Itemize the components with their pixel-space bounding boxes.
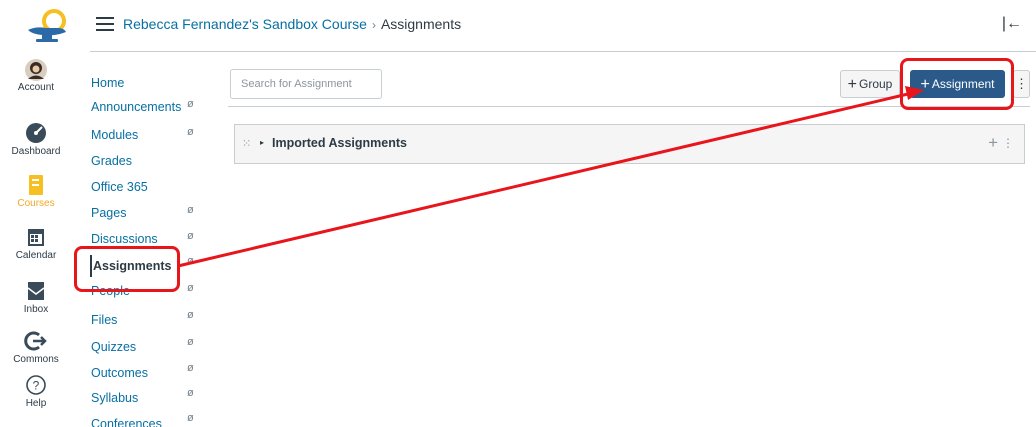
global-nav-help-label: Help [25,398,47,409]
course-nav-label: Office 365 [91,180,148,194]
courses-icon [23,174,49,196]
global-nav-help[interactable]: ? Help [0,374,72,409]
add-to-group-icon[interactable]: + [988,133,998,153]
add-group-button[interactable]: + Group [840,70,900,98]
dashboard-icon [23,122,49,144]
collapse-nav-icon[interactable]: |← [1002,15,1022,33]
inbox-icon [23,280,49,302]
course-nav-label: Pages [91,206,127,220]
course-nav-office-365[interactable]: Office 365 [90,180,208,204]
course-nav-people[interactable]: People ø [90,282,208,308]
course-nav-label: Modules [91,128,139,142]
commons-icon [23,330,49,352]
global-nav-account-label: Account [17,82,55,93]
add-assignment-label: Assignment [931,77,995,91]
avatar [23,58,49,81]
breadcrumb-course-link[interactable]: Rebecca Fernandez's Sandbox Course [123,16,367,32]
course-nav-home[interactable]: Home [90,76,208,100]
global-nav-dashboard-label: Dashboard [11,146,61,157]
course-nav-label: Home [91,76,125,90]
global-nav-inbox[interactable]: Inbox [0,280,72,315]
assignment-group-title[interactable]: Imported Assignments [272,136,407,150]
divider [228,106,1030,107]
course-nav-label: Files [91,313,118,327]
global-nav-commons-label: Commons [13,354,59,365]
add-assignment-button[interactable]: + Assignment [910,70,1005,98]
course-nav-label: Quizzes [91,340,137,354]
expand-caret-icon[interactable]: ▸ [260,138,264,147]
course-nav-conferences[interactable]: Conferences ø [90,412,208,427]
hidden-eye-icon: ø [187,362,194,374]
course-nav-discussions[interactable]: Discussions ø [90,230,208,256]
hidden-eye-icon: ø [187,282,194,294]
course-nav-label: Grades [91,154,132,168]
page-header: Rebecca Fernandez's Sandbox Course › Assig… [90,0,1036,52]
global-nav-courses[interactable]: Courses [0,174,72,209]
course-nav-label: People [91,284,130,298]
plus-icon: + [847,76,857,93]
course-nav-grades[interactable]: Grades [90,154,208,178]
course-nav-announcements[interactable]: Announcements ø [90,98,208,124]
hidden-eye-icon: ø [187,255,194,267]
course-nav-label: Syllabus [91,391,139,405]
global-nav-calendar-label: Calendar [15,250,57,261]
course-nav-label: Assignments [93,259,172,273]
course-nav-label: Discussions [91,232,158,246]
course-nav-label: Outcomes [91,366,148,380]
svg-text:?: ? [33,379,40,393]
group-menu-icon[interactable]: ⋮ [1002,136,1014,150]
hidden-eye-icon: ø [187,230,194,242]
hamburger-menu-icon[interactable] [96,17,114,31]
add-group-label: Group [858,77,893,91]
course-nav-label: Announcements [91,100,182,114]
course-nav-label: Conferences [91,417,162,427]
assignment-group-imported[interactable]: ⁙ ▸ Imported Assignments + ⋮ [234,124,1025,164]
hidden-eye-icon: ø [187,336,194,348]
hidden-eye-icon: ø [187,126,194,138]
global-navigation: Account Dashboard Courses Calendar Inbox… [0,0,72,427]
global-nav-calendar[interactable]: Calendar [0,226,72,261]
global-nav-inbox-label: Inbox [23,304,49,315]
search-assignment-input[interactable] [230,69,382,99]
hidden-eye-icon: ø [187,412,194,424]
course-nav-pages[interactable]: Pages ø [90,204,208,230]
hidden-eye-icon: ø [187,98,194,110]
settings-kebab-icon[interactable]: ⋮ [1013,70,1030,98]
breadcrumb: Rebecca Fernandez's Sandbox Course › Assig… [123,16,461,32]
breadcrumb-separator: › [371,18,376,32]
breadcrumb-current: Assignments [380,16,462,32]
hidden-eye-icon: ø [187,204,194,216]
course-nav-quizzes[interactable]: Quizzes ø [90,336,208,364]
global-nav-account[interactable]: Account [0,58,72,93]
help-icon: ? [23,374,49,396]
hidden-eye-icon: ø [187,309,194,321]
course-nav-assignments[interactable]: Assignments ø [90,255,208,283]
drag-handle-icon[interactable]: ⁙ [242,137,251,150]
course-nav-modules[interactable]: Modules ø [90,126,208,152]
plus-icon: + [920,76,930,93]
hidden-eye-icon: ø [187,387,194,399]
active-indicator [90,255,92,277]
global-nav-commons[interactable]: Commons [0,330,72,365]
course-nav-files[interactable]: Files ø [90,309,208,337]
global-nav-courses-label: Courses [17,198,55,209]
calendar-icon [23,226,49,248]
lamp-logo-icon[interactable] [24,6,70,46]
global-nav-dashboard[interactable]: Dashboard [0,122,72,157]
